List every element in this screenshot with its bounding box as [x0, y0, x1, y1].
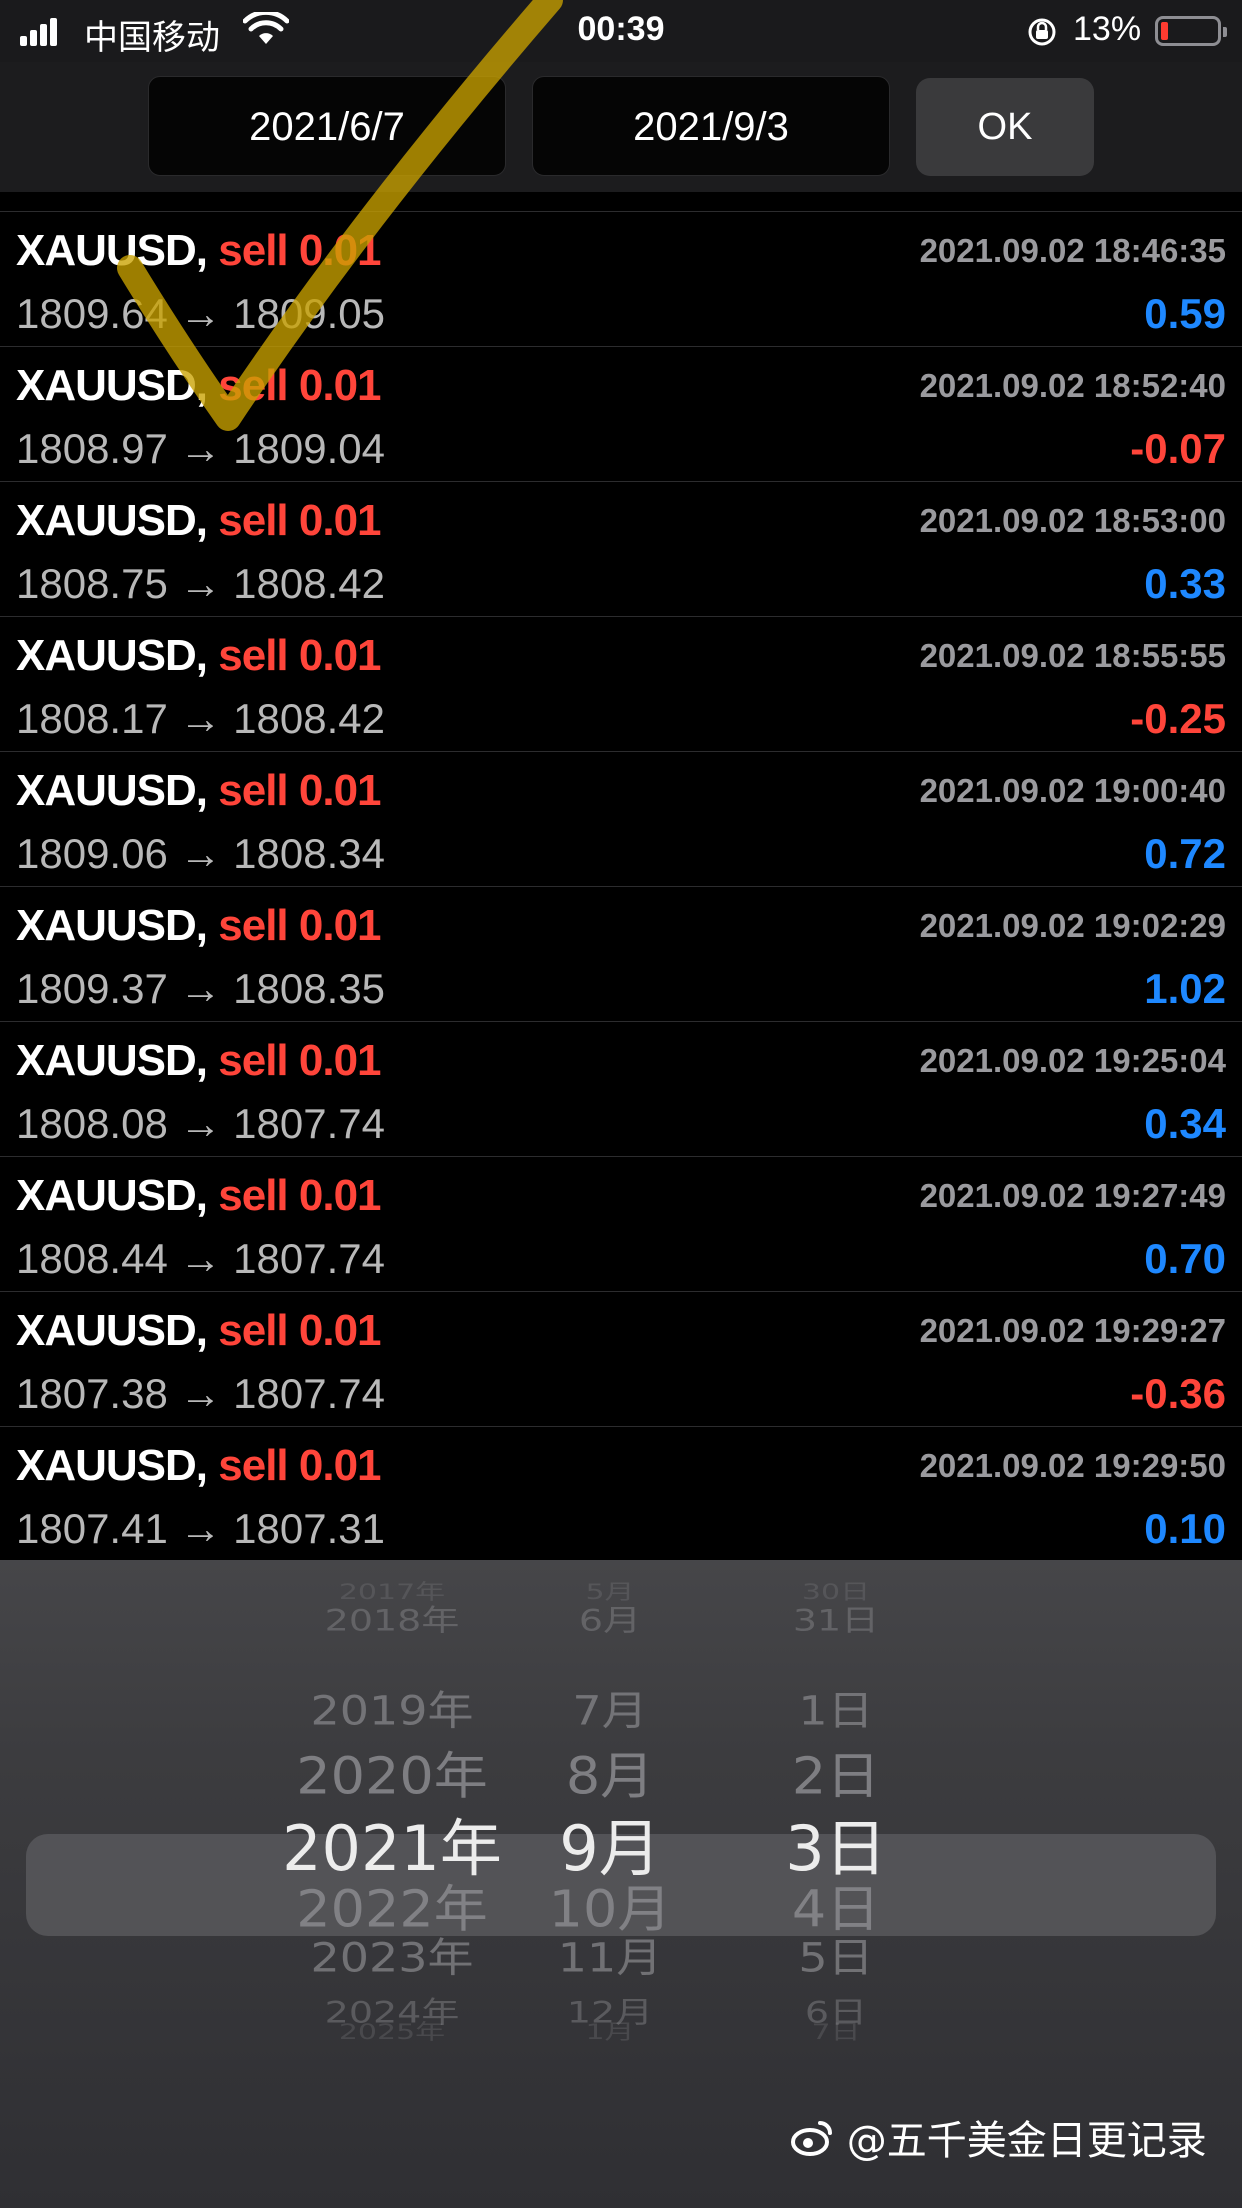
- trade-side: sell 0.01: [218, 361, 381, 410]
- symbol-label: XAUUSD,: [16, 226, 208, 275]
- trade-symbol: XAUUSD, sell 0.01: [16, 631, 382, 681]
- trade-symbol: XAUUSD, sell 0.01: [16, 1171, 382, 1221]
- trade-profit: 0.72: [1144, 830, 1226, 877]
- list-item[interactable]: XAUUSD, sell 0.01 2021.09.02 18:53:00 1808…: [0, 482, 1242, 617]
- trade-profit: -0.36: [1130, 1370, 1226, 1417]
- list-item[interactable]: XAUUSD, sell 0.01 2021.09.02 19:29:50 1807…: [0, 1427, 1242, 1560]
- trade-time: 2021.09.02 19:00:40: [919, 772, 1226, 809]
- trade-time: 2021.09.02 19:02:29: [919, 907, 1226, 944]
- date-range-header: 2021/6/7 2021/9/3 OK: [0, 62, 1242, 192]
- picker-month-item[interactable]: 6月: [480, 1596, 740, 1639]
- picker-month-item[interactable]: 1月: [480, 2015, 740, 2046]
- picker-month-item[interactable]: 11月: [480, 1926, 740, 1984]
- trade-time: 2021.09.02 19:27:49: [919, 1177, 1226, 1214]
- rotation-lock-icon: [1028, 18, 1056, 46]
- trade-profit: 0.33: [1144, 560, 1226, 607]
- trade-time: 2021.09.02 18:53:00: [919, 502, 1226, 539]
- trade-profit: 0.34: [1144, 1100, 1226, 1147]
- list-item[interactable]: 1810.32 → 1809.03 1.29: [0, 192, 1242, 212]
- list-item[interactable]: XAUUSD, sell 0.01 2021.09.02 18:52:40 1808…: [0, 347, 1242, 482]
- trade-time: 2021.09.02 18:52:40: [919, 367, 1226, 404]
- symbol-label: XAUUSD,: [16, 631, 208, 680]
- trade-profit: -0.25: [1130, 695, 1226, 742]
- trade-symbol: XAUUSD, sell 0.01: [16, 226, 382, 276]
- trade-prices: 1808.44 → 1807.74: [16, 1235, 385, 1282]
- date-from-field[interactable]: 2021/6/7: [148, 76, 506, 176]
- trade-prices: 1810.32 → 1809.03: [16, 192, 385, 200]
- trade-symbol: XAUUSD, sell 0.01: [16, 901, 382, 951]
- symbol-label: XAUUSD,: [16, 1171, 208, 1220]
- picker-day-item[interactable]: 7日: [706, 2015, 966, 2046]
- trade-history-list[interactable]: 1810.32 → 1809.03 1.29 XAUUSD, sell 0.01…: [0, 192, 1242, 1560]
- trade-profit: 0.10: [1144, 1505, 1226, 1552]
- trade-symbol: XAUUSD, sell 0.01: [16, 1036, 382, 1086]
- trade-prices: 1808.97 → 1809.04: [16, 425, 385, 472]
- trade-symbol: XAUUSD, sell 0.01: [16, 361, 382, 411]
- list-item[interactable]: XAUUSD, sell 0.01 2021.09.02 19:00:40 1809…: [0, 752, 1242, 887]
- battery-percent: 13%: [1073, 10, 1142, 48]
- picker-day-item[interactable]: 5日: [706, 1926, 966, 1984]
- list-item[interactable]: XAUUSD, sell 0.01 2021.09.02 18:55:55 1808…: [0, 617, 1242, 752]
- trade-symbol: XAUUSD, sell 0.01: [16, 496, 382, 546]
- trade-prices: 1807.38 → 1807.74: [16, 1370, 385, 1417]
- trade-prices: 1809.64 → 1809.05: [16, 290, 385, 337]
- trade-prices: 1808.75 → 1808.42: [16, 560, 385, 607]
- symbol-label: XAUUSD,: [16, 1036, 208, 1085]
- trade-side: sell 0.01: [218, 1171, 381, 1220]
- symbol-label: XAUUSD,: [16, 1306, 208, 1355]
- battery-icon: [1155, 16, 1227, 46]
- date-to-field[interactable]: 2021/9/3: [532, 76, 890, 176]
- trade-side: sell 0.01: [218, 226, 381, 275]
- trade-time: 2021.09.02 18:46:35: [919, 232, 1226, 269]
- weibo-logo-icon: [791, 2121, 832, 2156]
- list-item[interactable]: XAUUSD, sell 0.01 2021.09.02 19:02:29 1809…: [0, 887, 1242, 1022]
- picker-day-item[interactable]: 1日: [706, 1679, 966, 1737]
- picker-day-item[interactable]: 31日: [706, 1596, 966, 1639]
- trade-prices: 1809.06 → 1808.34: [16, 830, 385, 877]
- watermark: @五千美金日更记录: [790, 2108, 1207, 2168]
- list-item[interactable]: XAUUSD, sell 0.01 2021.09.02 19:29:27 1807…: [0, 1292, 1242, 1427]
- trade-side: sell 0.01: [218, 496, 381, 545]
- trade-profit: -0.07: [1130, 425, 1226, 472]
- picker-month-item[interactable]: 7月: [480, 1679, 740, 1737]
- trade-side: sell 0.01: [218, 901, 381, 950]
- list-item[interactable]: XAUUSD, sell 0.01 2021.09.02 19:27:49 1808…: [0, 1157, 1242, 1292]
- trade-time: 2021.09.02 19:29:27: [919, 1312, 1226, 1349]
- trade-side: sell 0.01: [218, 1441, 381, 1490]
- trade-profit: 0.70: [1144, 1235, 1226, 1282]
- trade-symbol: XAUUSD, sell 0.01: [16, 1306, 382, 1356]
- watermark-text: @五千美金日更记录: [846, 2118, 1207, 2164]
- trade-time: 2021.09.02 19:25:04: [919, 1042, 1226, 1079]
- trade-prices: 1807.41 → 1807.31: [16, 1505, 385, 1552]
- trade-time: 2021.09.02 18:55:55: [919, 637, 1226, 674]
- symbol-label: XAUUSD,: [16, 361, 208, 410]
- list-item[interactable]: XAUUSD, sell 0.01 2021.09.02 19:25:04 1808…: [0, 1022, 1242, 1157]
- trade-side: sell 0.01: [218, 631, 381, 680]
- status-bar: 中国移动 00:39 13%: [0, 0, 1242, 62]
- trade-side: sell 0.01: [218, 1306, 381, 1355]
- symbol-label: XAUUSD,: [16, 496, 208, 545]
- trade-prices: 1808.08 → 1807.74: [16, 1100, 385, 1147]
- symbol-label: XAUUSD,: [16, 1441, 208, 1490]
- trade-time: 2021.09.02 19:29:50: [919, 1447, 1226, 1484]
- trade-side: sell 0.01: [218, 766, 381, 815]
- trade-symbol: XAUUSD, sell 0.01: [16, 1441, 382, 1491]
- list-item[interactable]: XAUUSD, sell 0.01 2021.09.02 18:46:35 1809…: [0, 212, 1242, 347]
- trade-profit: 0.59: [1144, 290, 1226, 337]
- trade-prices: 1809.37 → 1808.35: [16, 965, 385, 1012]
- trade-symbol: XAUUSD, sell 0.01: [16, 766, 382, 816]
- symbol-label: XAUUSD,: [16, 766, 208, 815]
- symbol-label: XAUUSD,: [16, 901, 208, 950]
- ok-button[interactable]: OK: [916, 78, 1094, 176]
- trade-profit: 1.02: [1144, 965, 1226, 1012]
- trade-prices: 1808.17 → 1808.42: [16, 695, 385, 742]
- trade-side: sell 0.01: [218, 1036, 381, 1085]
- trade-profit: 1.29: [1144, 192, 1226, 200]
